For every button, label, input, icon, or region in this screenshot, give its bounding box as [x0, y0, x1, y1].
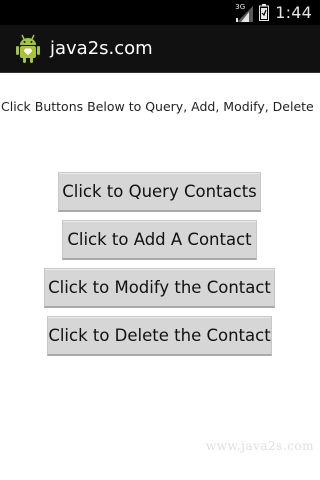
- query-contacts-button[interactable]: Click to Query Contacts: [58, 172, 261, 212]
- modify-contact-button[interactable]: Click to Modify the Contact: [44, 268, 275, 308]
- status-icons: 3G 1:44: [235, 2, 312, 23]
- status-bar: 3G 1:44: [0, 0, 320, 25]
- status-clock: 1:44: [275, 3, 312, 22]
- add-contact-button[interactable]: Click to Add A Contact: [62, 220, 257, 260]
- android-robot-icon: [16, 34, 40, 63]
- delete-contact-button[interactable]: Click to Delete the Contact: [47, 316, 272, 356]
- watermark: www.java2s.com: [206, 439, 314, 453]
- instructions-text: Click Buttons Below to Query, Add, Modif…: [1, 99, 314, 114]
- action-bar: java2s.com: [0, 25, 320, 73]
- battery-icon: [259, 4, 270, 21]
- signal-strength-icon: 3G: [235, 3, 254, 22]
- app-title: java2s.com: [50, 38, 153, 59]
